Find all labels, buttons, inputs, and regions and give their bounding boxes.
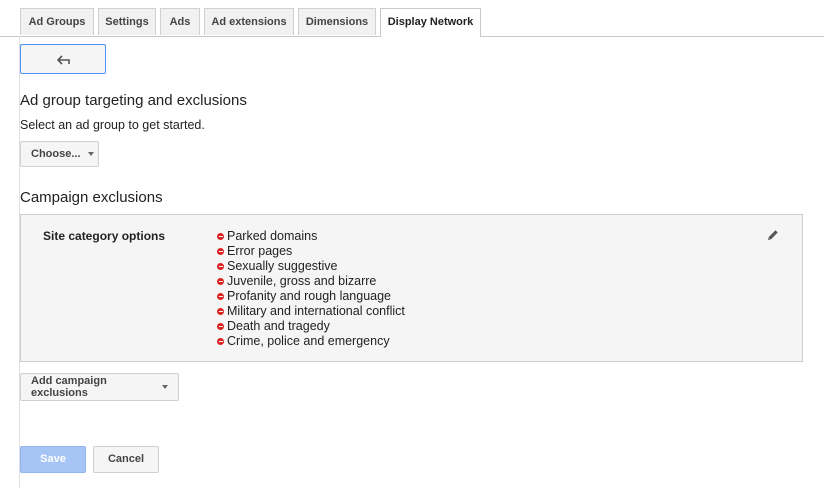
tab-bar: Ad Groups Settings Ads Ad extensions Dim…	[0, 0, 824, 37]
site-category-item-label: Crime, police and emergency	[227, 334, 390, 348]
remove-icon[interactable]	[217, 248, 224, 255]
site-category-item-label: Profanity and rough language	[227, 289, 392, 303]
choose-ad-group-dropdown[interactable]: Choose...	[20, 141, 99, 167]
remove-icon[interactable]	[217, 233, 224, 240]
campaign-exclusions-title: Campaign exclusions	[20, 189, 163, 206]
site-category-item: Profanity and rough language	[217, 289, 405, 304]
site-category-item: Crime, police and emergency	[217, 334, 405, 349]
targeting-helper-text: Select an ad group to get started.	[20, 118, 205, 132]
add-campaign-exclusions-label: Add campaign exclusions	[31, 375, 107, 399]
tab-settings[interactable]: Settings	[98, 8, 156, 35]
remove-icon[interactable]	[217, 263, 224, 270]
site-category-options-label: Site category options	[43, 229, 166, 243]
remove-icon[interactable]	[217, 323, 224, 330]
add-campaign-exclusions-button[interactable]: Add campaign exclusions	[20, 373, 179, 401]
site-category-item-label: Parked domains	[227, 229, 318, 243]
remove-icon[interactable]	[217, 338, 224, 345]
site-category-item: Military and international conflict	[217, 304, 405, 319]
targeting-title: Ad group targeting and exclusions	[20, 92, 247, 109]
cancel-button[interactable]: Cancel	[93, 446, 159, 473]
site-category-item-label: Error pages	[227, 244, 293, 258]
tab-ad-groups[interactable]: Ad Groups	[20, 8, 94, 35]
site-category-item: Sexually suggestive	[217, 259, 405, 274]
remove-icon[interactable]	[217, 293, 224, 300]
site-category-item: Error pages	[217, 244, 405, 259]
caret-down-icon	[162, 385, 168, 389]
back-arrow-icon	[57, 55, 70, 65]
tab-ads[interactable]: Ads	[160, 8, 200, 35]
pencil-edit-icon[interactable]	[767, 229, 779, 241]
tab-display-network[interactable]: Display Network	[380, 8, 481, 37]
site-category-list: Parked domains Error pages Sexually sugges…	[217, 229, 405, 349]
site-category-item: Death and tragedy	[217, 319, 405, 334]
tab-dimensions[interactable]: Dimensions	[298, 8, 376, 35]
remove-icon[interactable]	[217, 278, 224, 285]
back-button[interactable]	[20, 44, 106, 74]
caret-down-icon	[87, 152, 94, 156]
remove-icon[interactable]	[217, 308, 224, 315]
choose-label: Choose...	[31, 148, 81, 160]
campaign-exclusions-panel: Site category options Parked domains Erro…	[20, 214, 803, 362]
site-category-item-label: Sexually suggestive	[227, 259, 338, 273]
site-category-item-label: Military and international conflict	[227, 304, 405, 318]
site-category-item: Parked domains	[217, 229, 405, 244]
tab-ad-extensions[interactable]: Ad extensions	[204, 8, 294, 35]
site-category-item: Juvenile, gross and bizarre	[217, 274, 405, 289]
save-button[interactable]: Save	[20, 446, 86, 473]
site-category-item-label: Death and tragedy	[227, 319, 330, 333]
site-category-item-label: Juvenile, gross and bizarre	[227, 274, 377, 288]
